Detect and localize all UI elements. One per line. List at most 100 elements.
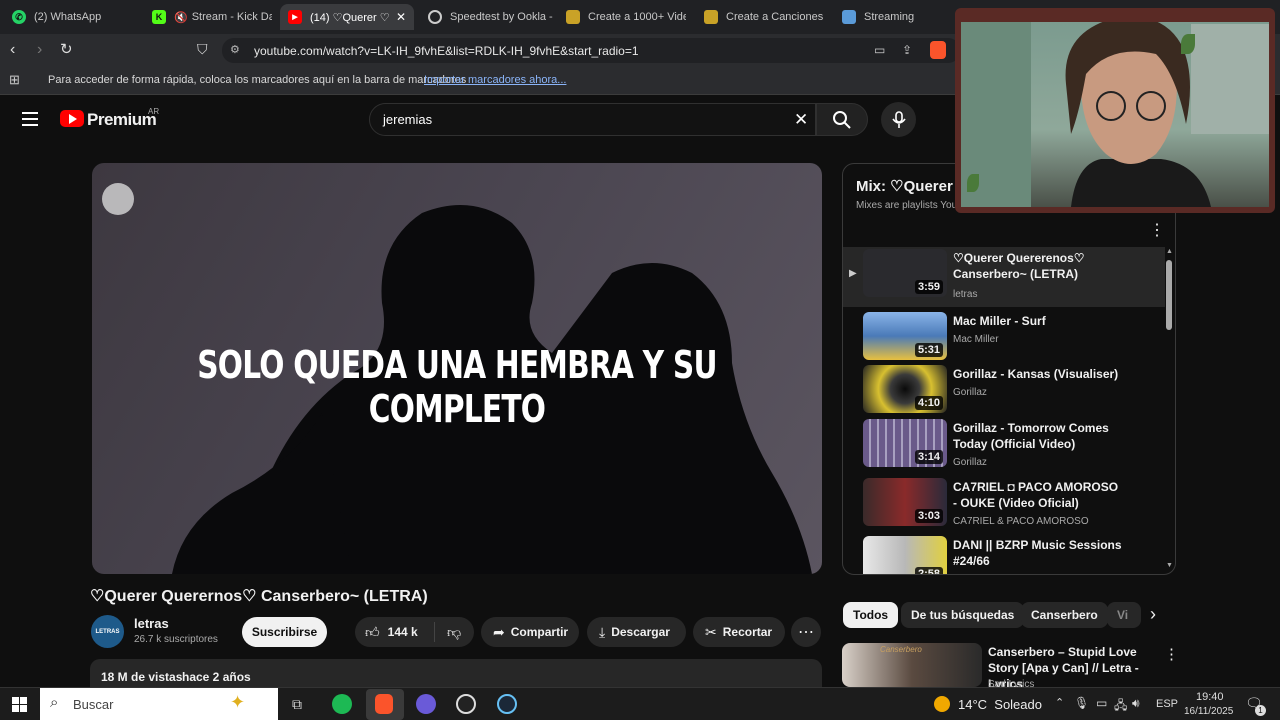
taskbar-search[interactable]: ⌕ Buscar ✦ — [40, 688, 278, 720]
address-bar[interactable]: ⚙ youtube.com/watch?v=LK-IH_9fvhE&list=R… — [222, 38, 960, 63]
forward-icon[interactable]: › — [37, 41, 42, 59]
playlist-scrollbar[interactable]: ▲ ▼ — [1166, 248, 1173, 570]
playlist-item-current[interactable]: ▶ 3:59 ♡Querer Quererenos♡ Canserbero~ (… — [843, 247, 1165, 307]
task-view-icon[interactable]: ⧉ — [292, 696, 302, 713]
leaf-decoration-icon — [967, 174, 979, 192]
tab-label: Streaming — [864, 11, 915, 23]
scroll-down-icon[interactable]: ▼ — [1166, 562, 1173, 569]
tab-create-canciones[interactable]: Create a Canciones d — [704, 4, 824, 30]
related-menu-icon[interactable]: ⋮ — [1164, 645, 1179, 663]
scroll-up-icon[interactable]: ▲ — [1166, 248, 1173, 255]
doc-icon — [566, 10, 580, 24]
description-box[interactable]: 18 M de vistas hace 2 años — [90, 659, 822, 687]
search-query[interactable]: jeremias — [383, 112, 432, 127]
youtube-logo-text[interactable]: Premium — [87, 110, 157, 130]
share-button[interactable]: ➦ Compartir — [481, 617, 579, 647]
channel-name[interactable]: letras — [134, 616, 169, 631]
playlist-item[interactable]: 2:58 DANI || BZRP Music Sessions #24/66 — [843, 534, 1165, 574]
youtube-logo-icon[interactable] — [60, 110, 84, 127]
chip-more[interactable]: Vi — [1107, 602, 1141, 628]
chip-label: Canserbero — [1031, 608, 1098, 622]
clock-time[interactable]: 19:40 — [1196, 691, 1224, 703]
subscribe-button[interactable]: Suscribirse — [242, 617, 327, 647]
reload-icon[interactable]: ↻ — [60, 40, 73, 58]
scissors-icon: ✂ — [705, 623, 717, 640]
tab-label: Create a Canciones d — [726, 11, 824, 23]
chevron-right-icon[interactable]: › — [1150, 604, 1156, 625]
bookmark-icon[interactable]: ⛉ — [197, 41, 208, 58]
mix-playlist-panel: Mix: ♡Querer Mixes are playlists You ⋮ ▶… — [842, 163, 1176, 575]
weather-text[interactable]: 14°C Soleado — [958, 697, 1042, 712]
playlist-item[interactable]: 5:31 Mac Miller - Surf Mac Miller — [843, 310, 1165, 362]
search-button[interactable] — [816, 103, 868, 136]
duration: 3:14 — [914, 450, 943, 464]
whatsapp-icon: ✆ — [12, 10, 26, 24]
site-settings-icon[interactable]: ⚙ — [230, 43, 240, 56]
tab-whatsapp[interactable]: ✆ (2) WhatsApp — [12, 4, 142, 30]
speedtest-icon — [428, 10, 442, 24]
voice-search-button[interactable] — [881, 102, 916, 137]
menu-icon[interactable] — [22, 112, 38, 126]
network-icon[interactable]: 🖧︎ — [1114, 696, 1127, 717]
tab-kick[interactable]: K 🔇 Stream - Kick Dast — [152, 4, 272, 30]
playlist-item[interactable]: 3:14 Gorillaz - Tomorrow Comes Today (Of… — [843, 417, 1165, 473]
language-indicator[interactable]: ESP — [1156, 698, 1178, 710]
like-button[interactable]: 👍︎ 144 k — [355, 622, 435, 642]
playlist-item[interactable]: 3:03 CA7RIEL ◘ PACO AMOROSO - OUKE (Vide… — [843, 476, 1165, 532]
search-highlight-icon: ✦ — [230, 692, 246, 712]
import-bookmarks-link[interactable]: Importar marcadores ahora... — [424, 74, 566, 86]
mic-tray-icon[interactable]: 🎙︎ — [1074, 696, 1089, 710]
spotify-icon[interactable] — [332, 694, 352, 714]
cast-icon[interactable]: ▭ — [874, 43, 885, 57]
url-text[interactable]: youtube.com/watch?v=LK-IH_9fvhE&list=RDL… — [254, 44, 639, 58]
webcam-person-image — [961, 14, 1269, 207]
steam-icon[interactable] — [497, 694, 517, 714]
back-icon[interactable]: ‹ — [10, 41, 15, 59]
discord-icon[interactable] — [416, 694, 436, 714]
channel-avatar[interactable]: LETRAS — [91, 615, 124, 648]
clip-button[interactable]: ✂ Recortar — [693, 617, 785, 647]
battery-icon[interactable]: ▭ — [1096, 696, 1107, 710]
brave-shield-icon[interactable] — [930, 41, 946, 59]
tab-youtube-active[interactable]: ▶ (14) ♡Querer ♡ ✕ — [280, 4, 414, 30]
tray-overflow-icon[interactable]: ⌃ — [1055, 696, 1064, 709]
item-channel: Gorillaz — [953, 457, 987, 468]
playlist-item[interactable]: 4:10 Gorillaz - Kansas (Visualiser) Gori… — [843, 363, 1165, 415]
duration: 4:10 — [914, 396, 943, 410]
clear-search-icon[interactable]: ✕ — [794, 110, 808, 130]
subscribe-label: Suscribirse — [251, 625, 318, 639]
obs-icon[interactable] — [456, 694, 476, 714]
now-playing-icon: ▶ — [849, 268, 857, 279]
chip-todos[interactable]: Todos — [843, 602, 899, 628]
chip-de-tus-busquedas[interactable]: De tus búsquedas — [901, 602, 1025, 628]
thumbs-down-icon[interactable]: 👎︎ — [447, 624, 461, 641]
leaf-decoration-icon — [1181, 34, 1195, 54]
share-icon[interactable]: ⇪ — [902, 43, 912, 57]
windows-start-icon[interactable] — [12, 697, 27, 712]
clock-date[interactable]: 16/11/2025 — [1184, 706, 1233, 717]
search-icon: ⌕ — [50, 694, 59, 711]
brave-icon[interactable] — [375, 694, 393, 714]
windows-taskbar: ⌕ Buscar ✦ ⧉ 14°C Soleado ⌃ 🎙︎ ▭ 🖧︎ 🔊︎ E… — [0, 687, 1280, 720]
video-player[interactable]: SOLO QUEDA UNA HEMBRA Y SU COMPLETO — [92, 163, 822, 574]
tab-streaming[interactable]: Streaming — [842, 4, 942, 30]
tab-create-video[interactable]: Create a 1000+ Vide — [566, 4, 686, 30]
search-input[interactable]: jeremias ✕ — [369, 103, 816, 136]
bookmarks-message: Para acceder de forma rápida, coloca los… — [48, 74, 467, 86]
apps-grid-icon[interactable]: ⊞ — [9, 72, 20, 88]
scroll-thumb[interactable] — [1166, 260, 1172, 330]
chip-canserbero[interactable]: Canserbero — [1021, 602, 1108, 628]
related-video-thumbnail[interactable]: Canserbero — [842, 643, 982, 687]
close-tab-icon[interactable]: ✕ — [396, 10, 406, 24]
item-channel: Mac Miller — [953, 334, 999, 345]
duration: 3:59 — [914, 280, 943, 294]
download-button[interactable]: ⤓ Descargar — [587, 617, 686, 647]
more-actions-button[interactable]: ⋯ — [791, 617, 821, 647]
volume-icon[interactable]: 🔊︎ — [1132, 696, 1140, 711]
view-count: 18 M de vistas — [101, 670, 183, 684]
playlist-menu-icon[interactable]: ⋮ — [1149, 220, 1165, 240]
video-thumbnail: 2:58 — [863, 536, 947, 574]
tab-speedtest[interactable]: Speedtest by Ookla - — [428, 4, 553, 30]
channel-avatar-text: LETRAS — [95, 628, 120, 635]
taskbar-search-placeholder[interactable]: Buscar — [73, 697, 113, 712]
